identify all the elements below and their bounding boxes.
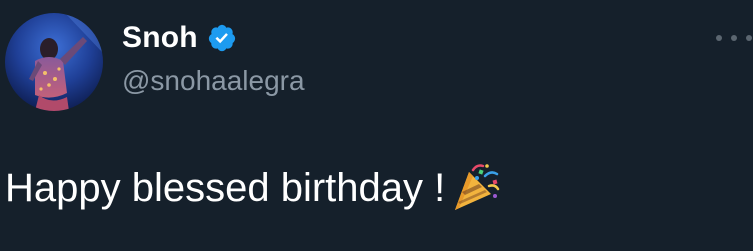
author-display-name[interactable]: Snoh [122, 18, 198, 58]
avatar[interactable] [5, 13, 103, 111]
more-dot [716, 35, 722, 41]
profile-photo-icon [5, 13, 103, 111]
author-name-row: Snoh [122, 18, 237, 58]
author-handle[interactable]: @snohaalegra [122, 63, 305, 99]
party-popper-icon [449, 162, 501, 214]
verified-badge-icon [207, 23, 237, 53]
more-dot [731, 35, 737, 41]
more-options-icon[interactable] [716, 28, 752, 48]
more-dot [746, 35, 752, 41]
tweet-text: Happy blessed birthday ! [5, 162, 501, 214]
tweet-text-content: Happy blessed birthday ! [5, 166, 446, 210]
tweet: Snoh @snohaalegra Happy blessed birthday… [0, 0, 753, 251]
